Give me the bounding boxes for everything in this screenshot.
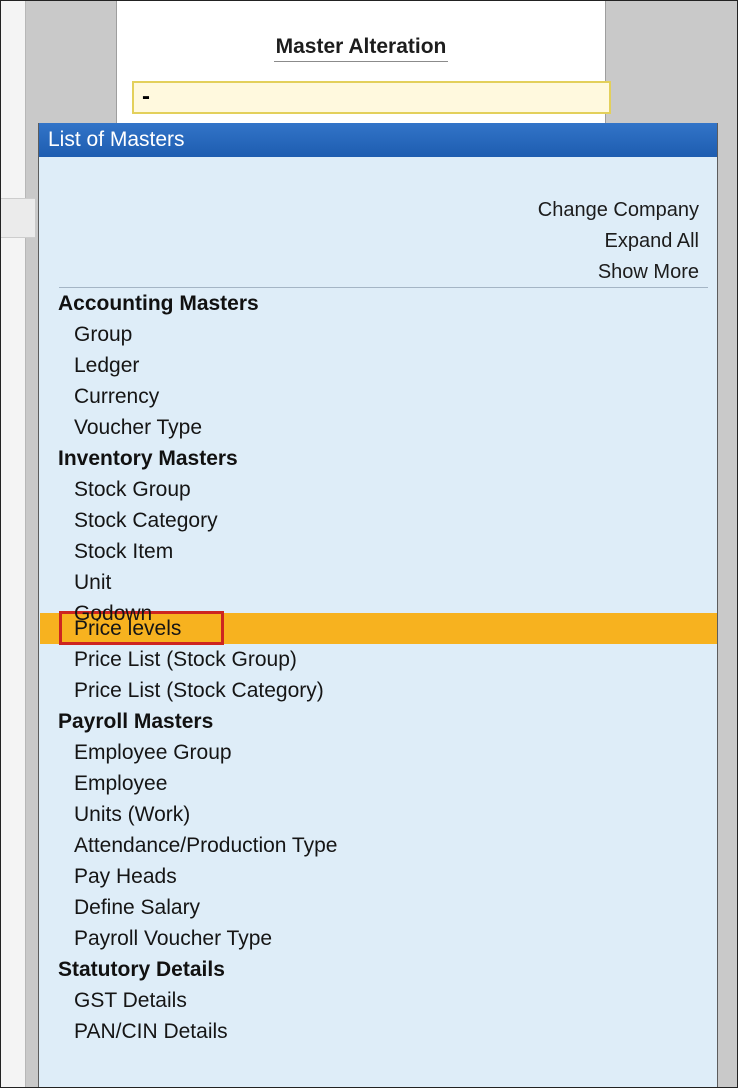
list-item-currency[interactable]: Currency xyxy=(74,382,159,412)
list-of-masters-header: List of Masters xyxy=(39,123,717,157)
section-payroll-masters: Payroll Masters xyxy=(58,710,214,733)
expand-all-action[interactable]: Expand All xyxy=(538,226,699,257)
list-item-price-list-stock-category[interactable]: Price List (Stock Category) xyxy=(74,676,324,706)
list-actions: Change Company Expand All Show More xyxy=(538,195,699,288)
background-row xyxy=(1,198,35,238)
change-company-action[interactable]: Change Company xyxy=(538,195,699,226)
list-item-voucher-type[interactable]: Voucher Type xyxy=(74,413,202,443)
section-statutory-details: Statutory Details xyxy=(58,958,225,981)
list-item-gst-details[interactable]: GST Details xyxy=(74,986,187,1016)
list-item-employee[interactable]: Employee xyxy=(74,769,167,799)
list-item-pan-cin-details[interactable]: PAN/CIN Details xyxy=(74,1017,228,1047)
section-inventory-masters: Inventory Masters xyxy=(58,447,238,470)
list-item-attendance-production-type[interactable]: Attendance/Production Type xyxy=(74,831,337,861)
actions-divider xyxy=(59,287,708,288)
master-alteration-title: Master Alteration xyxy=(117,35,605,62)
section-accounting-masters: Accounting Masters xyxy=(58,292,259,315)
list-item-price-list-stock-group[interactable]: Price List (Stock Group) xyxy=(74,645,297,675)
list-item-group[interactable]: Group xyxy=(74,320,132,350)
list-item-stock-item[interactable]: Stock Item xyxy=(74,537,173,567)
list-item-define-salary[interactable]: Define Salary xyxy=(74,893,200,923)
list-item-ledger[interactable]: Ledger xyxy=(74,351,139,381)
app-window: Master Alteration - List of Masters Chan… xyxy=(0,0,738,1088)
list-item-stock-group[interactable]: Stock Group xyxy=(74,475,191,505)
list-of-masters-panel: List of Masters Change Company Expand Al… xyxy=(38,123,718,1087)
show-more-action[interactable]: Show More xyxy=(538,257,699,288)
background-left-strip xyxy=(1,1,26,1087)
list-item-payroll-voucher-type[interactable]: Payroll Voucher Type xyxy=(74,924,272,954)
list-item-pay-heads[interactable]: Pay Heads xyxy=(74,862,177,892)
list-item-price-levels[interactable]: Price levels xyxy=(74,614,181,644)
list-item-employee-group[interactable]: Employee Group xyxy=(74,738,232,768)
list-item-unit[interactable]: Unit xyxy=(74,568,111,598)
list-item-stock-category[interactable]: Stock Category xyxy=(74,506,218,536)
master-alteration-panel: Master Alteration - xyxy=(116,1,611,123)
master-search-input[interactable]: - xyxy=(132,81,611,114)
list-item-units-work[interactable]: Units (Work) xyxy=(74,800,190,830)
